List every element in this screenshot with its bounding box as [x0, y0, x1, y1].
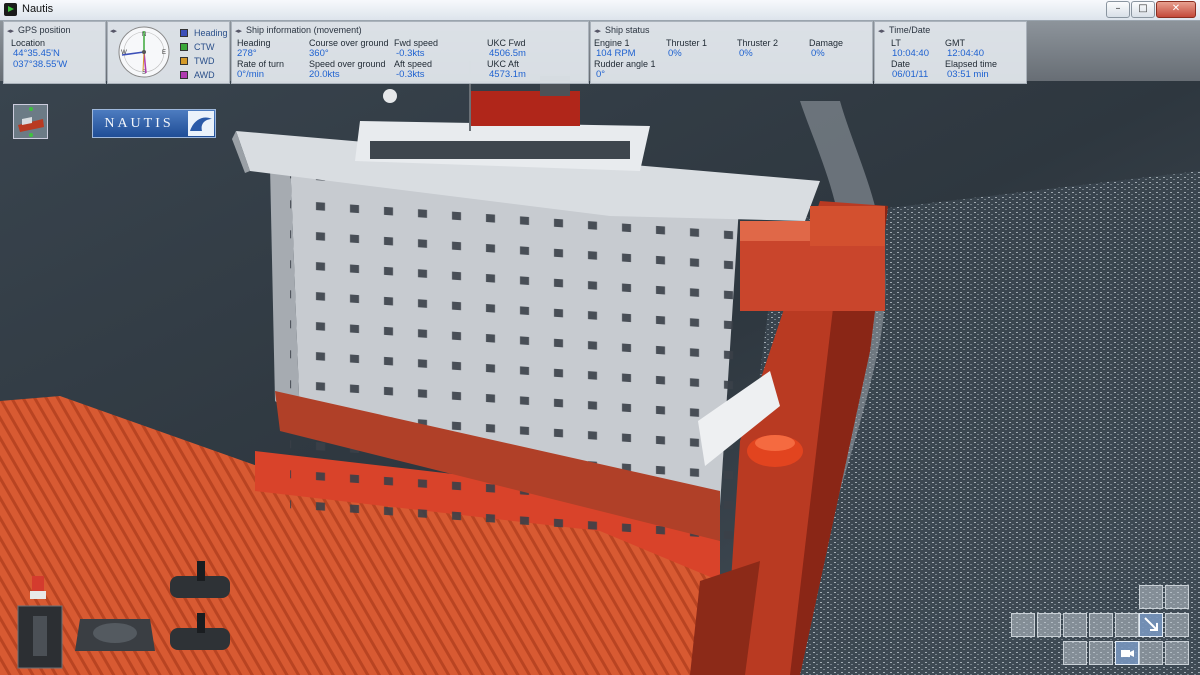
gmt-label: GMT	[945, 38, 965, 48]
thruster2-label: Thruster 2	[737, 38, 779, 48]
camera-button[interactable]	[1063, 613, 1087, 637]
latitude-value: 44°35.45'N	[13, 48, 60, 59]
legend-heading: Heading	[180, 28, 228, 38]
video-camera-button[interactable]	[1115, 641, 1139, 665]
maximize-button[interactable]: □	[1131, 1, 1155, 18]
heading-value: 278°	[237, 48, 257, 59]
gmt-value: 12:04:40	[947, 48, 984, 59]
gps-header: GPS position	[18, 25, 71, 35]
ship-info-panel: ◂▸ Ship information (movement) Heading 27…	[231, 21, 589, 84]
time-header: Time/Date	[889, 25, 931, 35]
compass-panel: ◂▸ N S E W Heading CTW TWD AWD	[107, 21, 230, 84]
date-value: 06/01/11	[892, 69, 929, 80]
collapse-arrow-icon[interactable]: ◂▸	[235, 27, 242, 35]
engine-label: Engine 1	[594, 38, 630, 48]
collapse-arrow-icon[interactable]: ◂▸	[594, 27, 601, 35]
camera-icon	[1121, 650, 1134, 657]
damage-value: 0%	[811, 48, 825, 59]
title-bar[interactable]: Nautis – □ ✕	[0, 0, 1200, 21]
date-label: Date	[891, 59, 911, 69]
app-icon	[4, 3, 17, 16]
thruster2-value: 0%	[739, 48, 753, 59]
engine-value: 104 RPM	[596, 48, 636, 59]
gps-panel: ◂▸ GPS position Location 44°35.45'N 037°3…	[3, 21, 106, 84]
window-controls: – □ ✕	[1105, 1, 1196, 18]
sog-value: 20.0kts	[309, 69, 340, 80]
ship-icon	[18, 107, 44, 137]
camera-control-grid	[1011, 585, 1193, 665]
collapse-arrow-icon[interactable]: ◂▸	[7, 27, 14, 35]
ukc-aft-value: 4573.1m	[489, 69, 526, 80]
camera-button[interactable]	[1011, 613, 1035, 637]
ukc-fwd-label: UKC Fwd	[487, 38, 526, 48]
ukc-fwd-value: 4506.5m	[489, 48, 526, 59]
camera-button[interactable]	[1165, 585, 1189, 609]
ship-status-panel: ◂▸ Ship status Engine 1 104 RPM Rudder an…	[590, 21, 873, 84]
sog-label: Speed over ground	[309, 59, 386, 69]
fwd-speed-label: Fwd speed	[394, 38, 439, 48]
logo-text: NAUTIS	[104, 116, 174, 131]
ship-status-header: Ship status	[605, 25, 650, 35]
camera-button[interactable]	[1037, 613, 1061, 637]
rate-of-turn-value: 0°/min	[237, 69, 265, 80]
collapse-arrow-icon[interactable]: ◂▸	[878, 27, 885, 35]
cog-label: Course over ground	[309, 38, 389, 48]
elapsed-value: 03:51 min	[947, 69, 989, 80]
camera-button[interactable]	[1089, 641, 1113, 665]
compass-rose-icon: N S E W	[118, 26, 170, 78]
camera-button[interactable]	[1165, 641, 1189, 665]
location-label: Location	[11, 38, 46, 48]
camera-button[interactable]	[1165, 613, 1189, 637]
arrow-icon	[1144, 617, 1158, 631]
damage-label: Damage	[809, 38, 844, 48]
aft-speed-label: Aft speed	[394, 59, 433, 69]
ukc-aft-label: UKC Aft	[487, 59, 520, 69]
camera-button[interactable]	[1139, 641, 1163, 665]
ship-info-header: Ship information (movement)	[246, 25, 362, 35]
camera-button[interactable]	[1089, 613, 1113, 637]
wave-logo-icon	[188, 111, 214, 136]
longitude-value: 037°38.55'W	[13, 59, 68, 70]
cog-value: 360°	[309, 48, 329, 59]
legend-twd: TWD	[180, 56, 215, 66]
close-button[interactable]: ✕	[1156, 1, 1196, 18]
minimize-button[interactable]: –	[1106, 1, 1130, 18]
aft-speed-value: -0.3kts	[396, 69, 425, 80]
lt-label: LT	[891, 38, 901, 48]
svg-text:E: E	[162, 50, 166, 56]
camera-button[interactable]	[1063, 641, 1087, 665]
legend-awd: AWD	[180, 70, 215, 80]
rate-of-turn-label: Rate of turn	[237, 59, 285, 69]
thruster1-value: 0%	[668, 48, 682, 59]
fwd-speed-value: -0.3kts	[396, 48, 425, 59]
ship-thumbnail-button[interactable]	[13, 104, 48, 139]
camera-view-active-button[interactable]	[1139, 613, 1163, 637]
rudder-label: Rudder angle 1	[594, 59, 656, 69]
time-panel: ◂▸ Time/Date LT 10:04:40 Date 06/01/11 GM…	[874, 21, 1027, 84]
collapse-arrow-icon[interactable]: ◂▸	[110, 27, 117, 35]
window-title: Nautis	[22, 3, 54, 15]
rudder-value: 0°	[596, 69, 606, 80]
elapsed-label: Elapsed time	[945, 59, 998, 69]
camera-button[interactable]	[1139, 585, 1163, 609]
legend-ctw: CTW	[180, 42, 215, 52]
camera-button[interactable]	[1115, 613, 1139, 637]
nautis-logo: NAUTIS	[92, 109, 216, 138]
thruster1-label: Thruster 1	[666, 38, 708, 48]
heading-label: Heading	[237, 38, 271, 48]
lt-value: 10:04:40	[892, 48, 929, 59]
app-window: Nautis – □ ✕ ◂▸ GPS position Location 44…	[0, 0, 1200, 675]
